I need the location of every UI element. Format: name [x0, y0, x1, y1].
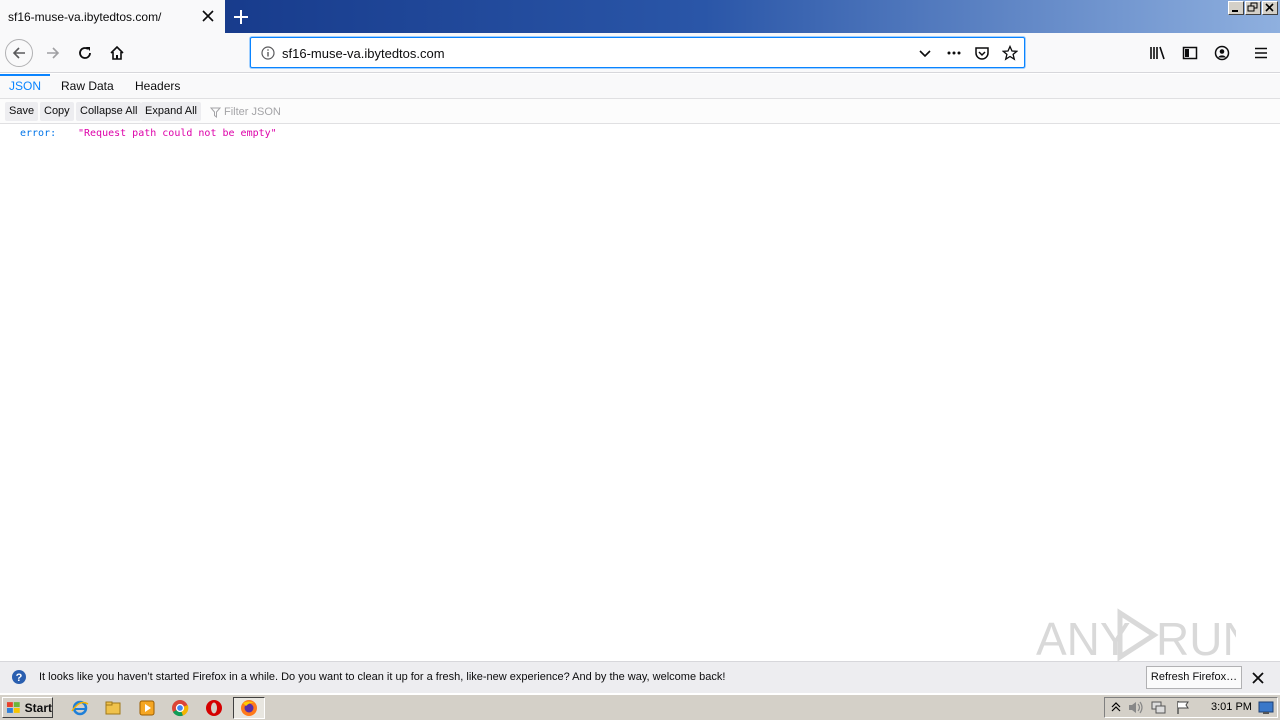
file-explorer-icon[interactable]	[104, 699, 122, 717]
collapse-all-button[interactable]: Collapse All	[76, 102, 142, 121]
json-viewer-tabs: JSON Raw Data Headers	[0, 74, 1280, 99]
anyrun-watermark-logo: ANY RUN	[1036, 605, 1256, 665]
close-tab-icon[interactable]	[201, 9, 215, 23]
internet-explorer-icon[interactable]	[71, 699, 89, 717]
back-button[interactable]	[5, 39, 33, 67]
sidebar-icon	[1182, 46, 1198, 60]
forward-arrow-icon	[47, 47, 60, 59]
reload-button[interactable]	[71, 39, 99, 67]
firefox-icon	[241, 700, 257, 716]
opera-icon[interactable]	[205, 699, 223, 717]
start-button[interactable]: Start	[2, 697, 53, 718]
library-icon	[1150, 46, 1165, 60]
browser-tab[interactable]: sf16-muse-va.ibytedtos.com/	[0, 0, 225, 33]
media-player-icon[interactable]	[138, 699, 156, 717]
filter-placeholder: Filter JSON	[224, 106, 281, 118]
close-window-button[interactable]	[1262, 1, 1278, 15]
chrome-icon[interactable]	[171, 699, 189, 717]
account-button[interactable]	[1208, 39, 1236, 67]
json-toolbar: Save Copy Collapse All Expand All Filter…	[0, 99, 1280, 124]
library-button[interactable]	[1144, 39, 1172, 67]
account-icon	[1214, 45, 1230, 61]
notification-bar: ? It looks like you haven’t started Fire…	[0, 661, 1280, 693]
page-actions-icon[interactable]	[946, 45, 962, 61]
window-controls	[1228, 1, 1278, 15]
hamburger-menu-icon	[1255, 47, 1267, 59]
network-icon[interactable]	[1150, 700, 1168, 718]
watermark-any: ANY	[1036, 613, 1131, 665]
tab-json[interactable]: JSON	[0, 74, 50, 99]
svg-text:?: ?	[16, 672, 23, 684]
restore-button[interactable]	[1245, 1, 1261, 15]
show-hidden-icons-icon[interactable]	[1111, 701, 1121, 716]
firefox-taskbar-button[interactable]	[233, 697, 265, 719]
action-center-flag-icon[interactable]	[1175, 700, 1193, 718]
bookmark-star-icon[interactable]	[1001, 44, 1019, 61]
new-tab-icon[interactable]	[230, 6, 252, 28]
filter-json-input[interactable]: Filter JSON	[210, 104, 281, 120]
copy-button[interactable]: Copy	[40, 102, 74, 121]
start-label: Start	[24, 700, 52, 715]
back-arrow-icon	[12, 47, 25, 59]
sidebar-button[interactable]	[1176, 39, 1204, 67]
volume-icon[interactable]	[1127, 700, 1145, 718]
windows-logo-icon	[6, 701, 20, 713]
site-info-icon[interactable]	[260, 45, 276, 61]
tab-raw-data[interactable]: Raw Data	[61, 74, 114, 99]
window-titlebar: sf16-muse-va.ibytedtos.com/	[0, 0, 1280, 33]
windows-taskbar: Start 3:01 PM	[0, 694, 1280, 720]
url-text[interactable]: sf16-muse-va.ibytedtos.com	[282, 46, 445, 61]
save-button[interactable]: Save	[5, 102, 39, 121]
home-icon	[110, 45, 124, 60]
url-bar[interactable]: sf16-muse-va.ibytedtos.com	[250, 37, 1025, 68]
reload-icon	[79, 47, 91, 59]
json-value: "Request path could not be empty"	[78, 128, 277, 139]
navigation-toolbar: sf16-muse-va.ibytedtos.com	[0, 33, 1280, 73]
tab-title: sf16-muse-va.ibytedtos.com/	[8, 9, 162, 24]
chevron-down-icon[interactable]	[917, 45, 933, 61]
help-question-icon: ?	[11, 669, 27, 688]
minimize-button[interactable]	[1228, 1, 1244, 15]
filter-icon	[210, 107, 221, 118]
tab-headers[interactable]: Headers	[135, 74, 180, 99]
expand-all-button[interactable]: Expand All	[141, 102, 201, 121]
home-button[interactable]	[103, 39, 131, 67]
menu-button[interactable]	[1247, 39, 1275, 67]
json-key: error:	[20, 128, 57, 139]
show-desktop-icon[interactable]	[1257, 700, 1275, 718]
notification-message: It looks like you haven’t started Firefo…	[39, 671, 726, 683]
forward-button[interactable]	[39, 39, 67, 67]
refresh-firefox-button[interactable]: Refresh Firefox…	[1146, 666, 1242, 689]
system-tray: 3:01 PM	[1104, 697, 1278, 718]
close-notification-icon[interactable]	[1251, 671, 1265, 688]
watermark-run: RUN	[1156, 613, 1236, 665]
pocket-icon[interactable]	[974, 45, 990, 61]
taskbar-clock[interactable]: 3:01 PM	[1211, 701, 1252, 713]
